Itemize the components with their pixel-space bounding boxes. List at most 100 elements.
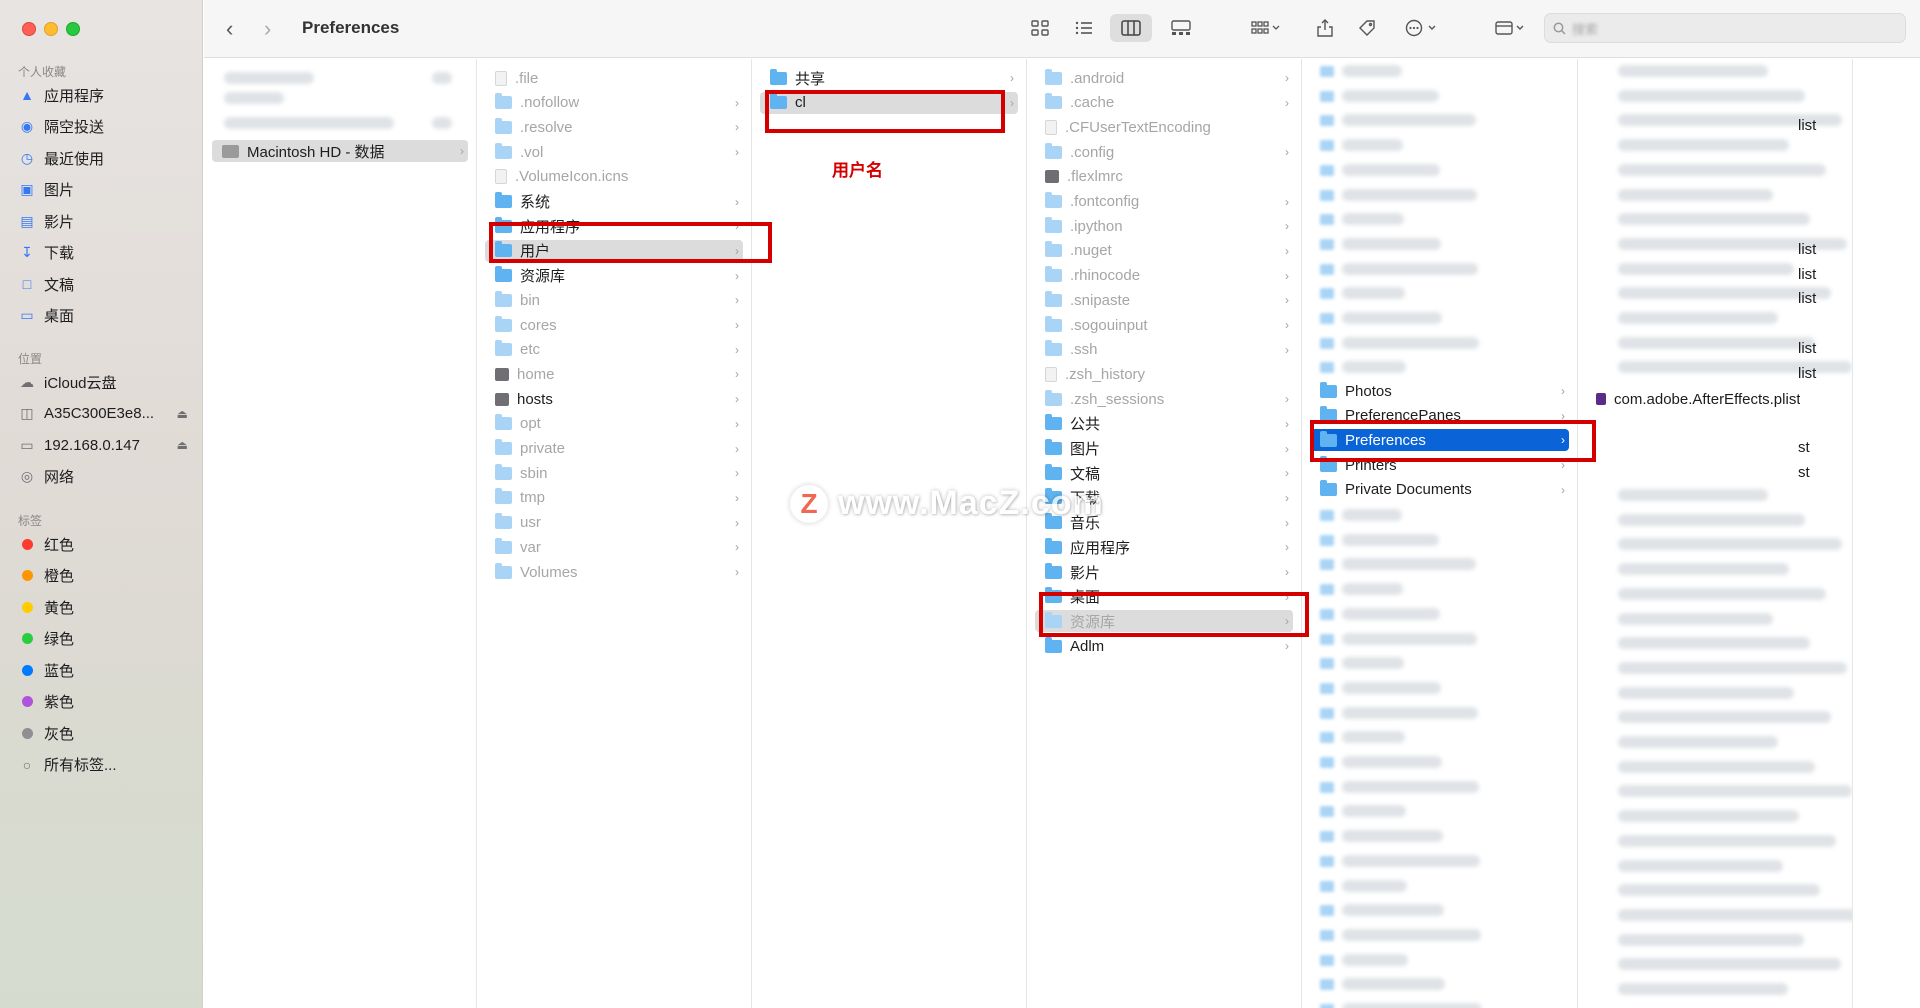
file-row[interactable]: .ipython ›: [1035, 215, 1293, 237]
file-row[interactable]: 应用程序 ›: [1035, 536, 1293, 558]
file-row[interactable]: usr ›: [485, 512, 743, 534]
file-row[interactable]: bin ›: [485, 289, 743, 311]
file-row[interactable]: .ssh ›: [1035, 339, 1293, 361]
file-row[interactable]: .nuget ›: [1035, 240, 1293, 262]
sidebar-item[interactable]: ▲ 应用程序: [18, 82, 188, 108]
file-name: .vol: [520, 143, 544, 161]
sidebar-item[interactable]: ◉ 隔空投送: [18, 114, 188, 140]
column-view-icon: [1121, 20, 1141, 36]
folder-icon: [1045, 439, 1062, 455]
file-row[interactable]: .flexlmrc: [1035, 166, 1293, 188]
file-row[interactable]: Private Documents ›: [1310, 479, 1569, 501]
file-row[interactable]: sbin ›: [485, 462, 743, 484]
file-row[interactable]: Volumes ›: [485, 561, 743, 583]
sidebar-item[interactable]: 橙色: [18, 563, 188, 589]
sidebar-item[interactable]: □ 文稿: [18, 271, 188, 297]
file-row[interactable]: cores ›: [485, 314, 743, 336]
gallery-view-button[interactable]: [1166, 14, 1196, 42]
file-name: 图片: [1070, 441, 1101, 458]
sidebar-item[interactable]: ↧ 下载: [18, 240, 188, 266]
file-row[interactable]: Adlm ›: [1035, 635, 1293, 657]
list-view-button[interactable]: [1070, 14, 1098, 42]
chevron-right-icon: ›: [735, 490, 739, 505]
file-row[interactable]: 图片 ›: [1035, 438, 1293, 460]
file-row[interactable]: 公共 ›: [1035, 413, 1293, 435]
file-row[interactable]: .zsh_history: [1035, 363, 1293, 385]
sidebar-item[interactable]: ○ 所有标签...: [18, 752, 188, 778]
file-row[interactable]: .resolve ›: [485, 116, 743, 138]
tag-button[interactable]: [1354, 14, 1380, 42]
file-row[interactable]: .config ›: [1035, 141, 1293, 163]
file-row[interactable]: 系统 ›: [485, 191, 743, 213]
file-row[interactable]: .rhinocode ›: [1035, 265, 1293, 287]
sidebar-item[interactable]: ▣ 图片: [18, 177, 188, 203]
file-name: 应用程序: [1070, 539, 1131, 557]
file-row[interactable]: .sogouinput ›: [1035, 314, 1293, 336]
chevron-right-icon: ›: [1285, 565, 1289, 579]
file-row[interactable]: 文稿 ›: [1035, 462, 1293, 484]
sidebar-item[interactable]: 蓝色: [18, 657, 188, 683]
sidebar-options-button[interactable]: [1490, 14, 1530, 42]
sidebar-item[interactable]: ◎ 网络: [18, 464, 188, 490]
sidebar-item[interactable]: 绿色: [18, 626, 188, 652]
sidebar-item[interactable]: ☁ iCloud云盘: [18, 369, 188, 395]
file-row[interactable]: .cache ›: [1035, 92, 1293, 114]
sidebar-item[interactable]: ◫ A35C300E3e8... ⏏: [18, 401, 188, 427]
file-row[interactable]: Photos ›: [1310, 380, 1569, 402]
search-icon: [1553, 22, 1566, 35]
folder-icon: [495, 340, 512, 357]
sidebar-item[interactable]: ▤ 影片: [18, 208, 188, 234]
file-row[interactable]: .android ›: [1035, 67, 1293, 89]
sidebar-item[interactable]: ▭ 192.168.0.147 ⏏: [18, 432, 188, 458]
file-row[interactable]: private ›: [485, 438, 743, 460]
file-row[interactable]: 资源库 ›: [485, 265, 743, 287]
more-actions-button[interactable]: [1398, 14, 1444, 42]
share-button[interactable]: [1312, 14, 1338, 42]
file-name: 系统: [520, 194, 551, 211]
folder-icon: [1045, 315, 1062, 332]
file-row[interactable]: .CFUserTextEncoding: [1035, 116, 1293, 138]
sidebar-item[interactable]: 黄色: [18, 594, 188, 620]
chevron-right-icon: ›: [735, 392, 739, 407]
file-row[interactable]: Macintosh HD - 数据 ›: [212, 140, 468, 162]
eject-icon[interactable]: ⏏: [177, 438, 188, 452]
folder-icon: [1045, 93, 1062, 110]
sidebar-item[interactable]: ▭ 桌面: [18, 303, 188, 329]
sidebar-item[interactable]: 紫色: [18, 689, 188, 715]
sidebar-item[interactable]: 灰色: [18, 720, 188, 746]
close-window-button[interactable]: [22, 22, 36, 36]
file-row[interactable]: .snipaste ›: [1035, 289, 1293, 311]
sidebar-item[interactable]: 红色: [18, 531, 188, 557]
file-row[interactable]: .vol ›: [485, 141, 743, 163]
file-row[interactable]: var ›: [485, 536, 743, 558]
back-button[interactable]: ‹: [226, 16, 233, 42]
file-row[interactable]: hosts ›: [485, 388, 743, 410]
file-row[interactable]: home ›: [485, 363, 743, 385]
eject-icon[interactable]: ⏏: [177, 407, 188, 421]
file-row[interactable]: .nofollow ›: [485, 92, 743, 114]
folder-icon: [1045, 290, 1062, 307]
search-input[interactable]: 搜索: [1544, 13, 1906, 43]
group-button[interactable]: [1244, 14, 1288, 42]
minimize-window-button[interactable]: [44, 22, 58, 36]
file-row[interactable]: com.adobe.AfterEffects.plist: [1586, 388, 1844, 410]
chevron-right-icon: ›: [1285, 194, 1289, 209]
file-row[interactable]: .fontconfig ›: [1035, 191, 1293, 213]
file-row[interactable]: .VolumeIcon.icns: [485, 166, 743, 188]
file-name: sbin: [520, 464, 548, 482]
file-row[interactable]: tmp ›: [485, 487, 743, 509]
sidebar-item[interactable]: ◷ 最近使用: [18, 145, 188, 171]
file-row[interactable]: .file: [485, 67, 743, 89]
icon-view-button[interactable]: [1026, 14, 1054, 42]
forward-button[interactable]: ›: [264, 16, 271, 42]
file-row[interactable]: etc ›: [485, 339, 743, 361]
file-row[interactable]: opt ›: [485, 413, 743, 435]
drive-icon: [222, 144, 239, 158]
column-root: .file .nofollow › .resolve › .vol › .VolumeIcon…: [477, 59, 752, 1008]
file-row[interactable]: 共享 ›: [760, 67, 1018, 89]
file-row[interactable]: 影片 ›: [1035, 561, 1293, 583]
zoom-window-button[interactable]: [66, 22, 80, 36]
file-row[interactable]: .zsh_sessions ›: [1035, 388, 1293, 410]
chevron-right-icon: ›: [1285, 293, 1289, 308]
column-view-button[interactable]: [1110, 14, 1152, 42]
